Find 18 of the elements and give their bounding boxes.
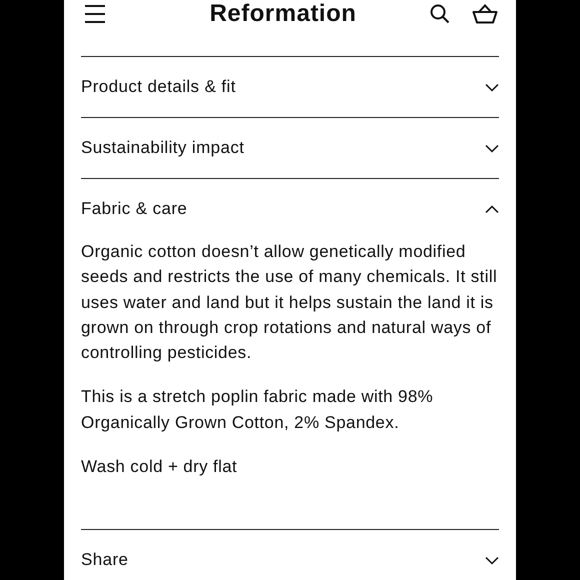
- description-text: Wash cold + dry flat: [81, 456, 238, 478]
- section-toggle[interactable]: Sustainability impact: [81, 118, 499, 178]
- section-toggle[interactable]: Product details & fit: [81, 57, 499, 117]
- chevron-down-icon: [485, 82, 499, 92]
- chevron-down-icon: [485, 556, 499, 565]
- section-toggle[interactable]: Share: [81, 530, 499, 580]
- search-icon: [430, 4, 450, 24]
- search-button[interactable]: [430, 4, 450, 24]
- description-text: This is a stretch poplin fabric made with 98% Organically Grown Cotton, 2% Spandex.: [81, 386, 434, 434]
- chevron-down-icon: [485, 144, 499, 152]
- basket-icon: [472, 4, 498, 24]
- section-toggle[interactable]: Fabric & care: [81, 179, 499, 239]
- cart-button[interactable]: [472, 4, 498, 24]
- description-text: Organic cotton doesn’t allow genetically modified seeds and restricts the use of many chemicals. It still uses water and land but it helps sustain the land it is grown on through crop rotations and natural ways of controlling pesticides.: [81, 241, 498, 364]
- chevron-up-icon: [485, 204, 499, 214]
- brand-logo: Reformation: [208, 0, 358, 28]
- menu-icon: [84, 4, 106, 24]
- menu-button[interactable]: [84, 4, 106, 24]
